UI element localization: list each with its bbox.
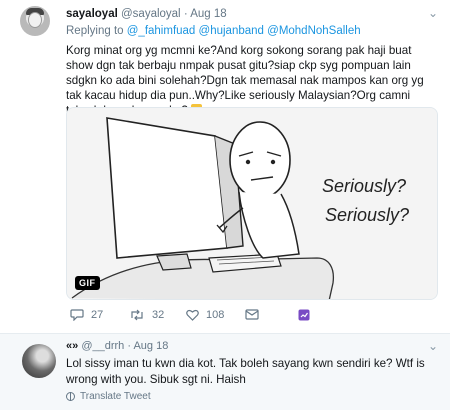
avatar[interactable]: [20, 6, 50, 36]
reply-tweet: «» @__drrh · Aug 18 ⌄ Lol sissy iman tu …: [0, 334, 450, 410]
analytics-button[interactable]: [298, 309, 317, 321]
replying-to: Replying to @_fahimfuad @hujanband @Mohd…: [66, 25, 361, 37]
gif-badge: GIF: [75, 276, 100, 290]
display-name[interactable]: sayaloyal: [66, 8, 118, 20]
reply-button[interactable]: 27: [70, 309, 103, 321]
tweet-header: sayaloyal @sayaloyal · Aug 18: [66, 8, 227, 20]
tweet-date[interactable]: Aug 18: [190, 8, 226, 20]
reply-icon: [70, 309, 84, 321]
replying-prefix: Replying to: [66, 25, 124, 37]
analytics-icon: [298, 309, 310, 321]
chevron-down-icon[interactable]: ⌄: [428, 339, 438, 353]
retweet-button[interactable]: 32: [129, 309, 164, 321]
heart-icon: [186, 309, 199, 321]
translate-tweet-link[interactable]: Translate Tweet: [66, 391, 151, 402]
gif-caption-2: Seriously?: [325, 205, 409, 225]
user-handle[interactable]: @sayaloyal: [121, 8, 181, 20]
translate-label: Translate Tweet: [80, 391, 151, 402]
globe-icon: [66, 392, 75, 401]
avatar-face: [28, 12, 42, 28]
tweet-media-gif[interactable]: Seriously? Seriously? GIF: [66, 107, 438, 300]
display-name[interactable]: «»: [66, 340, 78, 352]
tweet: sayaloyal @sayaloyal · Aug 18 ⌄ Replying…: [0, 0, 450, 333]
mention-link[interactable]: @_fahimfuad: [127, 25, 196, 37]
tweet-actions: 27 32 108: [66, 309, 438, 329]
like-button[interactable]: 108: [186, 309, 224, 321]
envelope-icon: [245, 309, 259, 320]
gif-caption-1: Seriously?: [322, 176, 406, 196]
mention-link[interactable]: @MohdNohSalleh: [267, 25, 361, 37]
gif-illustration: Seriously? Seriously?: [67, 108, 437, 299]
separator-dot: ·: [183, 8, 188, 20]
direct-message-button[interactable]: [245, 309, 266, 320]
tweet-date[interactable]: Aug 18: [133, 340, 168, 352]
chevron-down-icon[interactable]: ⌄: [428, 6, 438, 20]
reply-count: 27: [91, 309, 104, 321]
retweet-count: 32: [152, 309, 165, 321]
reply-text: Lol sissy iman tu kwn dia kot. Tak boleh…: [66, 357, 425, 386]
mention-link[interactable]: @hujanband: [199, 25, 264, 37]
user-handle[interactable]: @__drrh: [81, 340, 124, 352]
retweet-icon: [131, 309, 143, 321]
avatar[interactable]: [22, 344, 56, 378]
like-count: 108: [206, 309, 225, 321]
separator-dot: ·: [127, 340, 132, 352]
reply-header: «» @__drrh · Aug 18: [66, 340, 168, 352]
